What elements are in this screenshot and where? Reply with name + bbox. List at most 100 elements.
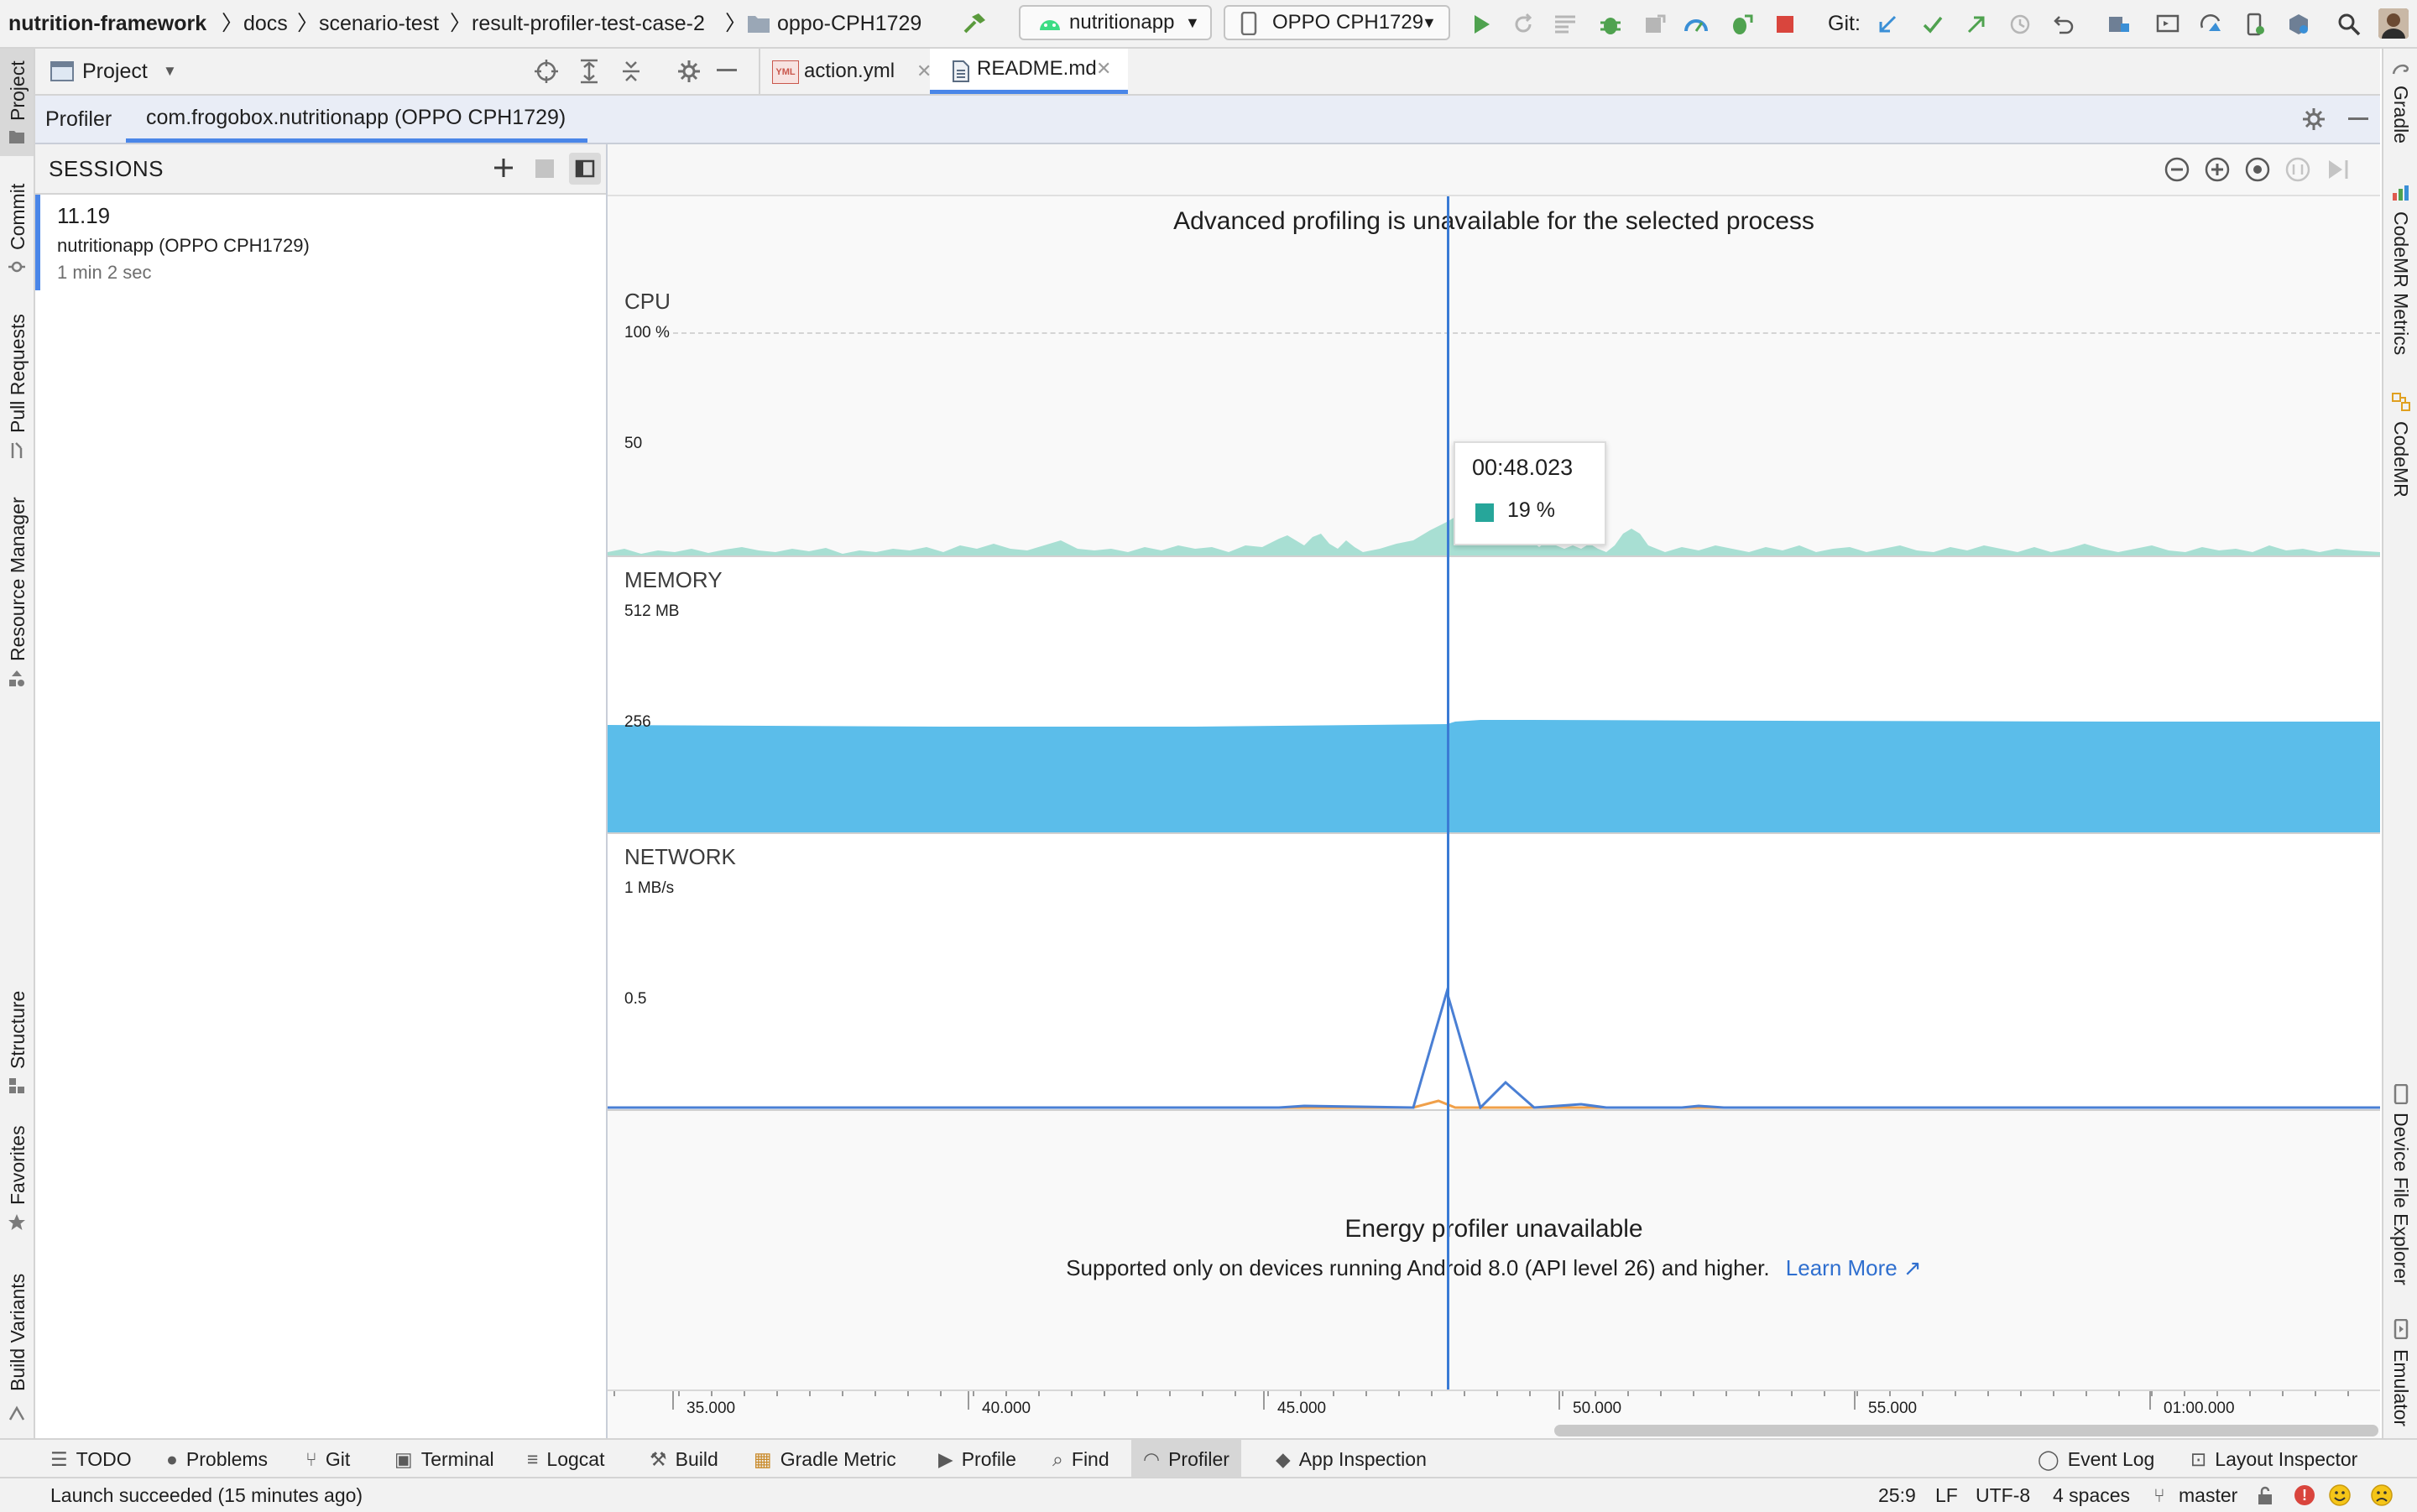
go-live-icon[interactable] — [2325, 156, 2352, 183]
tool-tab-build[interactable]: ⚒ Build — [650, 1440, 718, 1478]
profiler-timeline: Advanced profiling is unavailable for th… — [608, 144, 2380, 1440]
history-icon[interactable] — [2006, 10, 2034, 39]
collapse-sessions-icon[interactable] — [569, 153, 601, 185]
tool-tab-pull-requests[interactable]: Pull Requests — [7, 314, 29, 433]
energy-title: Energy profiler unavailable — [1344, 1215, 1643, 1243]
editor-tab-readme-md[interactable]: README.md ✕ — [930, 49, 1128, 94]
add-session-icon[interactable] — [492, 156, 515, 180]
tab-profiler[interactable]: Profiler — [45, 96, 112, 143]
zoom-in-icon[interactable] — [2204, 156, 2231, 183]
lock-icon[interactable] — [2256, 1486, 2274, 1506]
tool-tab-todo[interactable]: ☰ TODO — [50, 1440, 132, 1478]
avd-manager-icon[interactable] — [2153, 10, 2182, 39]
tool-tab-problems[interactable]: ● Problems — [166, 1440, 268, 1478]
editor-tab-bar: YML action.yml ✕ README.md ✕ — [760, 49, 2380, 96]
tool-tab-gradle-metric[interactable]: ▦ Gradle Metric — [754, 1440, 896, 1478]
caret-position[interactable]: 25:9 — [1878, 1478, 1916, 1512]
git-push-icon[interactable] — [1962, 10, 1991, 39]
avatar[interactable] — [2378, 8, 2409, 39]
tool-tab-commit[interactable]: Commit — [7, 184, 29, 250]
expand-all-icon[interactable] — [577, 59, 601, 84]
tool-tab-favorites[interactable]: Favorites — [7, 1125, 29, 1205]
editor-tab-action-yml[interactable]: YML action.yml ✕ — [772, 49, 932, 94]
run-configuration-select[interactable]: nutritionapp ▼ — [1019, 5, 1212, 40]
tool-tab-terminal[interactable]: ▣ Terminal — [394, 1440, 494, 1478]
tool-tab-find[interactable]: ⌕ Find — [1052, 1440, 1109, 1478]
sad-face-icon[interactable] — [2370, 1483, 2394, 1507]
tool-tab-logcat[interactable]: ≡ Logcat — [527, 1440, 604, 1478]
stop-icon[interactable] — [1771, 10, 1799, 39]
tool-tab-codemr[interactable]: CodeMR — [2389, 421, 2412, 498]
close-icon[interactable]: ✕ — [1096, 49, 1111, 89]
tool-tab-profiler[interactable]: ◠ Profiler — [1131, 1440, 1241, 1478]
breadcrumb-oppo-folder[interactable]: oppo-CPH1729 — [777, 0, 921, 47]
learn-more-link[interactable]: Learn More ↗ — [1786, 1255, 1922, 1280]
timeline-scrollbar[interactable] — [1554, 1425, 2378, 1436]
phone-icon — [1240, 12, 1257, 35]
line-separator[interactable]: LF — [1935, 1478, 1958, 1512]
tab-session-process[interactable]: com.frogobox.nutritionapp (OPPO CPH1729) — [126, 96, 587, 143]
project-structure-icon[interactable] — [2105, 10, 2133, 39]
indent-setting[interactable]: 4 spaces — [2053, 1478, 2130, 1512]
tool-tab-label: App Inspection — [1298, 1448, 1427, 1470]
project-view-select[interactable]: Project — [82, 49, 148, 94]
tool-tab-codemr-metrics[interactable]: CodeMR Metrics — [2389, 211, 2412, 355]
rerun-icon[interactable] — [1509, 10, 1537, 39]
stop-session-icon[interactable] — [535, 159, 554, 178]
gear-icon[interactable] — [2301, 107, 2326, 132]
sync-icon[interactable] — [2197, 10, 2226, 39]
zoom-out-icon[interactable] — [2164, 156, 2190, 183]
session-item[interactable]: 11.19 nutritionapp (OPPO CPH1729) 1 min … — [35, 195, 606, 290]
memory-monitor[interactable]: MEMORY 512 MB 256 — [608, 555, 2380, 834]
tool-tab-emulator[interactable]: Emulator — [2389, 1349, 2412, 1426]
reset-zoom-icon[interactable] — [2244, 156, 2271, 183]
tool-tab-app-inspection[interactable]: ◆ App Inspection — [1276, 1440, 1427, 1478]
error-icon[interactable]: ! — [2294, 1485, 2315, 1505]
device-manager-icon[interactable] — [2241, 10, 2269, 39]
project-panel-header: Project ▼ — [35, 49, 760, 96]
breadcrumb-docs[interactable]: docs — [243, 0, 288, 47]
tool-tab-gradle[interactable]: Gradle — [2389, 86, 2412, 143]
breadcrumb-project[interactable]: nutrition-framework — [8, 0, 206, 47]
minimize-icon[interactable] — [717, 69, 737, 71]
collapse-all-icon[interactable] — [619, 59, 643, 84]
run-icon[interactable] — [1467, 10, 1496, 39]
git-commit-icon[interactable] — [1918, 10, 1947, 39]
tool-tab-project[interactable]: Project — [7, 60, 29, 121]
gear-icon[interactable] — [676, 59, 702, 84]
zoom-to-selection-icon[interactable] — [2284, 156, 2311, 183]
status-message[interactable]: Launch succeeded (15 minutes ago) — [50, 1478, 363, 1512]
network-monitor[interactable]: NETWORK 1 MB/s 0.5 — [608, 832, 2380, 1111]
tool-tab-layout-inspector[interactable]: ⊡ Layout Inspector — [2190, 1440, 2357, 1478]
tool-tab-structure[interactable]: Structure — [7, 991, 29, 1069]
breadcrumb-result-folder[interactable]: result-profiler-test-case-2 — [472, 0, 705, 47]
tool-tab-resource-manager[interactable]: Resource Manager — [7, 497, 29, 661]
attach-debugger-icon[interactable] — [1640, 10, 1668, 39]
git-branch[interactable]: master — [2179, 1478, 2237, 1512]
tool-tab-git[interactable]: ⑂ Git — [305, 1440, 350, 1478]
apply-changes-icon[interactable] — [1727, 10, 1756, 39]
chevron-down-icon[interactable]: ▼ — [163, 49, 177, 94]
timeline-cursor[interactable] — [1447, 196, 1449, 1389]
minimize-icon[interactable] — [2348, 117, 2368, 120]
device-select[interactable]: OPPO CPH1729 ▼ — [1224, 5, 1450, 40]
sdk-manager-icon[interactable] — [2284, 10, 2313, 39]
happy-face-icon[interactable] — [2328, 1483, 2352, 1507]
profile-icon[interactable] — [1682, 10, 1710, 39]
tool-tab-event-log[interactable]: ◯ Event Log — [2038, 1440, 2154, 1478]
tool-tab-device-file-explorer[interactable]: Device File Explorer — [2389, 1113, 2412, 1285]
hammer-icon[interactable] — [960, 10, 989, 39]
chevron-down-icon: ▼ — [1185, 14, 1200, 31]
git-update-icon[interactable] — [1873, 10, 1902, 39]
tool-tab-profile[interactable]: ▶ Profile — [938, 1440, 1016, 1478]
tool-tab-build-variants[interactable]: Build Variants — [7, 1274, 29, 1391]
rollback-icon[interactable] — [2049, 10, 2078, 39]
coverage-icon[interactable] — [1551, 10, 1579, 39]
breadcrumb-scenario-test[interactable]: scenario-test — [319, 0, 439, 47]
search-icon[interactable] — [2335, 10, 2363, 39]
time-tick-label: 50.000 — [1573, 1400, 1622, 1417]
session-duration: 1 min 2 sec — [57, 262, 152, 283]
debug-icon[interactable] — [1596, 10, 1625, 39]
file-encoding[interactable]: UTF-8 — [1976, 1478, 2030, 1512]
locate-icon[interactable] — [534, 59, 559, 84]
